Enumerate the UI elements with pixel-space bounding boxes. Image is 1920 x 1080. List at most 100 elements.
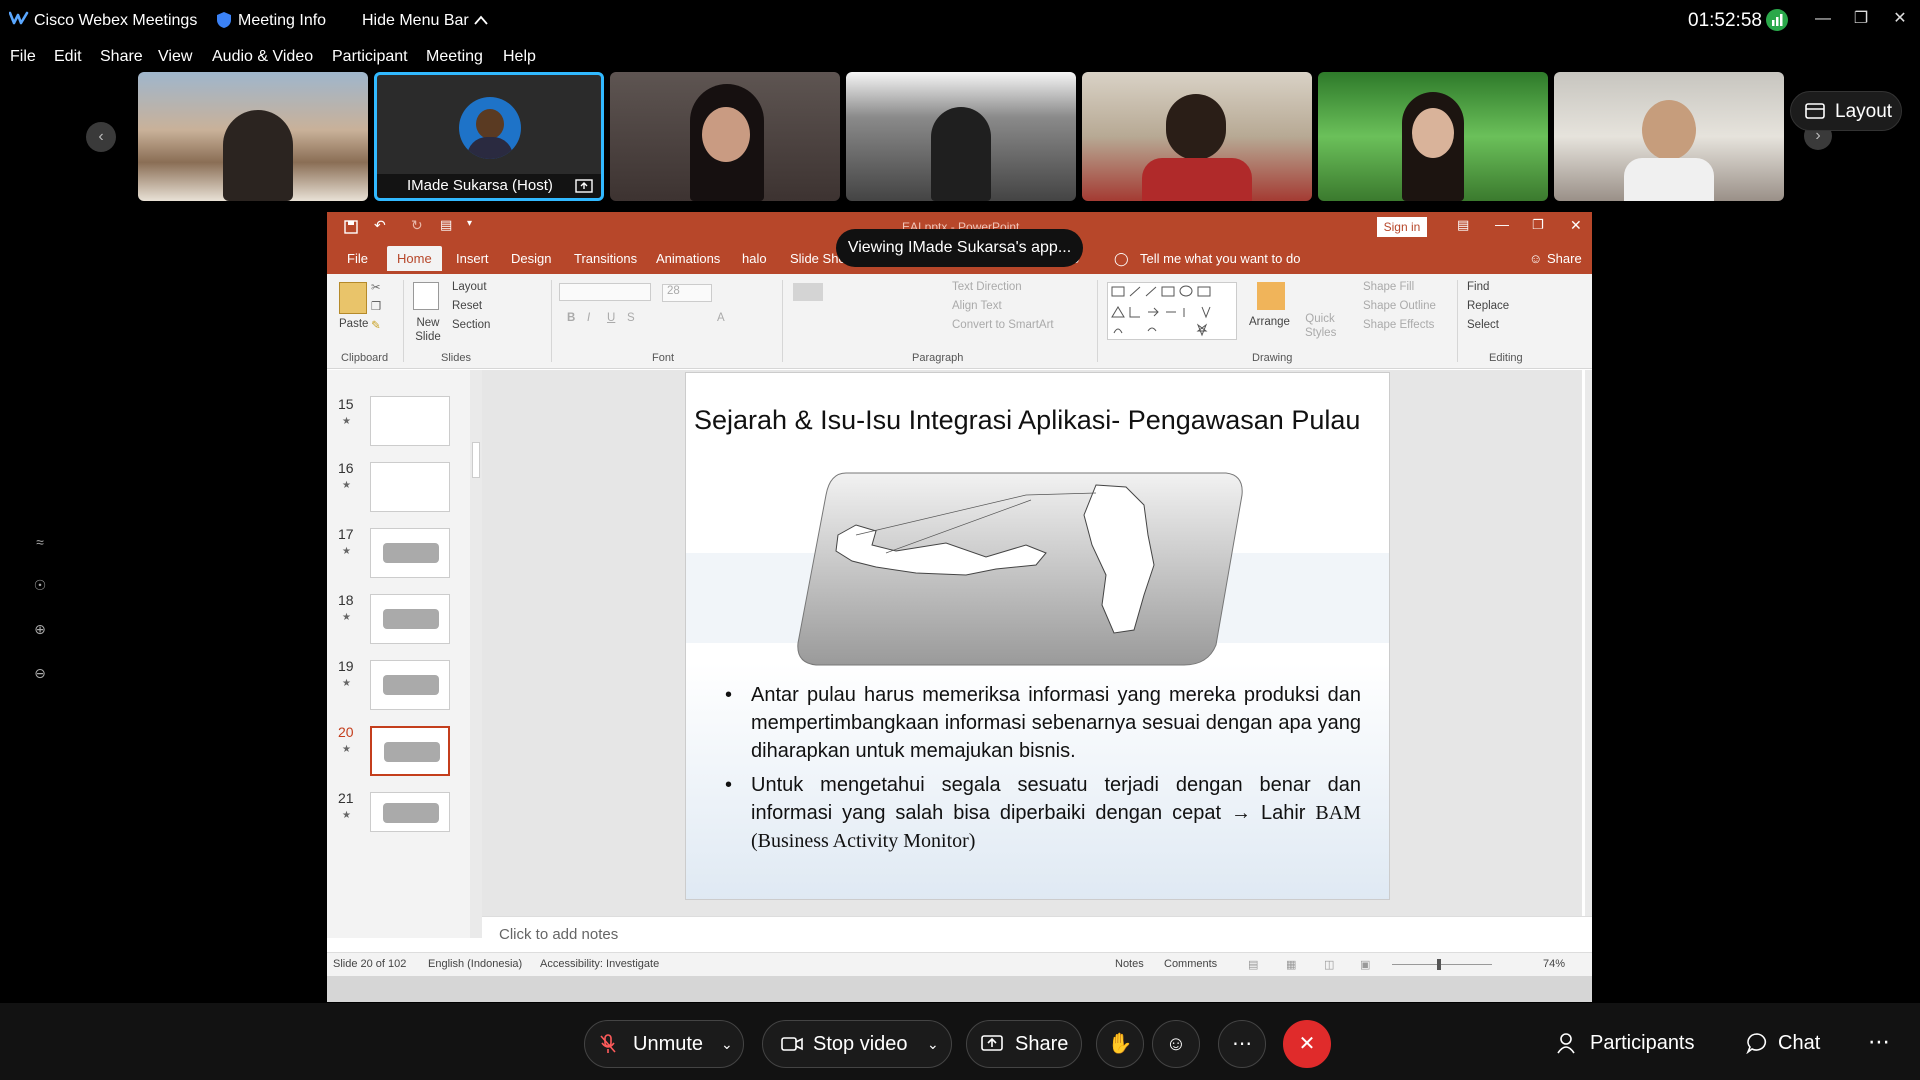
stop-video-button[interactable]: Stop video ⌄ (762, 1020, 952, 1068)
chat-icon[interactable] (1746, 1032, 1768, 1054)
more-options-icon[interactable]: ⋯ (1218, 1020, 1266, 1068)
slide-thumbnail[interactable] (370, 462, 450, 512)
copy-icon[interactable]: ❐ (371, 299, 381, 313)
menu-audio-video[interactable]: Audio & Video (212, 48, 313, 66)
notes-pane[interactable]: Click to add notes (482, 916, 1592, 950)
convert-smartart-button[interactable]: Convert to SmartArt (952, 319, 1054, 331)
slide-thumbnail[interactable] (370, 594, 450, 644)
undo-icon[interactable]: ↶ (374, 217, 386, 234)
ppt-share-button[interactable]: Share (1547, 251, 1582, 266)
paste-icon[interactable] (339, 282, 367, 314)
arrange-icon[interactable] (1257, 282, 1285, 310)
font-size-select[interactable]: 28 (662, 284, 712, 302)
video-tile[interactable] (846, 72, 1076, 201)
chevron-down-icon[interactable]: ⌄ (927, 1021, 939, 1067)
language-indicator[interactable]: English (Indonesia) (428, 958, 522, 970)
vertical-scrollbar[interactable] (1585, 370, 1592, 918)
tab-insert[interactable]: Insert (456, 251, 489, 266)
customize-qat-icon[interactable]: ▾ (467, 218, 472, 229)
sign-in-button[interactable]: Sign in (1377, 217, 1427, 237)
video-tile[interactable] (138, 72, 368, 201)
arrange-button[interactable]: Arrange (1249, 316, 1290, 328)
find-button[interactable]: Find (1467, 281, 1489, 293)
close-icon[interactable]: ✕ (1885, 6, 1915, 32)
slide-thumbnail[interactable] (370, 396, 450, 446)
zoom-level[interactable]: 74% (1543, 958, 1565, 970)
notes-toggle[interactable]: Notes (1115, 958, 1144, 970)
reactions-icon[interactable]: ☺ (1152, 1020, 1200, 1068)
paste-label[interactable]: Paste (339, 318, 368, 330)
normal-view-icon[interactable]: ▤ (1248, 958, 1258, 971)
text-direction-button[interactable]: Text Direction (952, 281, 1022, 293)
cut-icon[interactable]: ✂ (371, 280, 381, 294)
italic-icon[interactable]: I (587, 312, 590, 324)
menu-share[interactable]: Share (100, 48, 143, 66)
zoom-out-icon[interactable]: ⊖ (28, 665, 52, 689)
overflow-menu-icon[interactable]: ⋯ (1868, 1029, 1890, 1055)
video-tile[interactable] (1318, 72, 1548, 201)
slide-thumbnail-active[interactable] (370, 726, 450, 776)
hide-menu-bar-button[interactable]: Hide Menu Bar (362, 12, 469, 30)
accessibility-status[interactable]: Accessibility: Investigate (540, 958, 659, 970)
menu-edit[interactable]: Edit (54, 48, 82, 66)
ppt-close-icon[interactable]: ✕ (1570, 217, 1582, 234)
quick-styles-button[interactable]: Quick Styles (1305, 312, 1336, 340)
new-slide-label[interactable]: New Slide (410, 316, 446, 344)
video-tile[interactable] (1554, 72, 1784, 201)
participants-icon[interactable] (1556, 1032, 1578, 1054)
present-icon[interactable]: ▤ (440, 217, 452, 233)
shape-effects-button[interactable]: Shape Effects (1363, 319, 1434, 331)
layout-button[interactable]: Layout (1790, 91, 1902, 131)
reading-view-icon[interactable]: ◫ (1324, 958, 1334, 971)
unmute-button[interactable]: Unmute ⌄ (584, 1020, 744, 1068)
chevron-down-icon[interactable]: ⌄ (721, 1021, 733, 1067)
font-color-icon[interactable]: A (717, 312, 725, 324)
meeting-info-button[interactable]: Meeting Info (238, 12, 326, 30)
reset-button[interactable]: Reset (452, 300, 482, 312)
video-tile-host[interactable]: IMade Sukarsa (Host) (374, 72, 604, 201)
chat-button[interactable]: Chat (1778, 1032, 1820, 1055)
shape-outline-button[interactable]: Shape Outline (1363, 300, 1436, 312)
align-text-button[interactable]: Align Text (952, 300, 1002, 312)
tab-halo[interactable]: halo (742, 251, 767, 266)
shadow-icon[interactable]: S (627, 312, 635, 324)
tab-transitions[interactable]: Transitions (574, 251, 637, 266)
video-tile[interactable] (1082, 72, 1312, 201)
zoom-in-icon[interactable]: ⊕ (28, 621, 52, 645)
slide-thumbnail[interactable] (370, 660, 450, 710)
tab-animations[interactable]: Animations (656, 251, 720, 266)
shapes-gallery[interactable] (1107, 282, 1237, 340)
chevron-up-icon[interactable] (473, 14, 489, 26)
menu-help[interactable]: Help (503, 48, 536, 66)
slide-thumbnail[interactable] (370, 792, 450, 832)
redo-icon[interactable]: ↻ (411, 217, 423, 234)
layout-menu[interactable]: Layout (452, 281, 487, 293)
new-slide-icon[interactable] (413, 282, 439, 310)
comments-toggle[interactable]: Comments (1164, 958, 1217, 970)
ppt-restore-icon[interactable]: ❐ (1532, 217, 1544, 233)
remote-control-icon[interactable]: ☉ (28, 577, 52, 601)
network-health-icon[interactable] (1766, 9, 1788, 31)
leave-meeting-button[interactable]: ✕ (1283, 1020, 1331, 1068)
replace-button[interactable]: Replace (1467, 300, 1509, 312)
restore-icon[interactable]: ❐ (1846, 6, 1876, 32)
menu-meeting[interactable]: Meeting (426, 48, 483, 66)
tell-me-input[interactable]: Tell me what you want to do (1140, 251, 1300, 266)
participants-button[interactable]: Participants (1590, 1032, 1695, 1055)
ribbon-display-icon[interactable]: ▤ (1457, 217, 1469, 233)
tab-home[interactable]: Home (387, 246, 442, 271)
share-button[interactable]: Share (966, 1020, 1082, 1068)
zoom-slider[interactable] (1392, 964, 1492, 965)
minimize-icon[interactable]: — (1808, 6, 1838, 32)
menu-file[interactable]: File (10, 48, 36, 66)
raise-hand-icon[interactable]: ✋ (1096, 1020, 1144, 1068)
slide-thumbnail[interactable] (370, 528, 450, 578)
section-menu[interactable]: Section (452, 319, 490, 331)
menu-participant[interactable]: Participant (332, 48, 408, 66)
video-tile[interactable] (610, 72, 840, 201)
thumbnail-scrollbar[interactable] (470, 370, 482, 938)
tab-design[interactable]: Design (511, 251, 551, 266)
menu-view[interactable]: View (158, 48, 192, 66)
format-painter-icon[interactable]: ✎ (371, 318, 381, 332)
tab-file[interactable]: File (347, 251, 368, 266)
